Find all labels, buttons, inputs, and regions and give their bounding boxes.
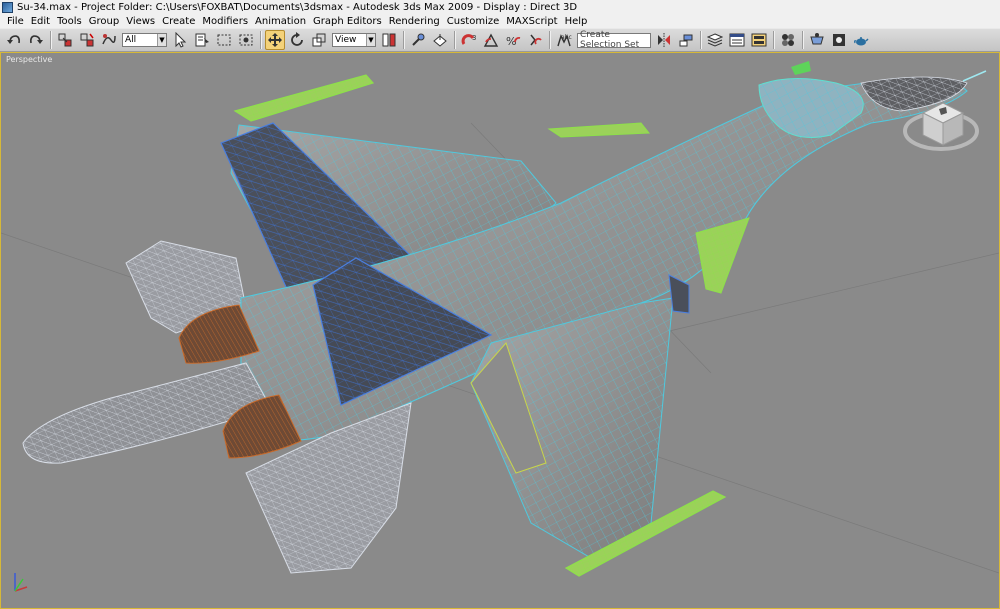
keyboard-shortcut-icon <box>433 34 447 47</box>
mirror-button[interactable] <box>654 30 674 50</box>
teapot-icon <box>854 37 869 46</box>
align-icon <box>679 34 693 47</box>
perspective-viewport[interactable]: Perspective <box>0 52 1000 609</box>
schematic-view-icon <box>751 33 767 47</box>
viewport-label[interactable]: Perspective <box>6 55 52 64</box>
layer-manager-button[interactable] <box>705 30 725 50</box>
window-crossing-icon <box>239 34 253 46</box>
named-selection-set-input[interactable]: Create Selection Set <box>577 30 651 50</box>
rendered-frame-window-button[interactable] <box>829 30 849 50</box>
select-by-name-icon <box>195 33 209 47</box>
menu-maxscript[interactable]: MAXScript <box>503 16 561 27</box>
curve-editor-button[interactable] <box>727 30 747 50</box>
rendered-frame-icon <box>833 34 845 46</box>
window-crossing-button[interactable] <box>236 30 256 50</box>
menu-customize[interactable]: Customize <box>444 16 504 27</box>
redo-icon <box>30 35 43 44</box>
toolbar-separator <box>549 31 550 49</box>
axis-tripod-icon <box>14 573 28 592</box>
align-button[interactable] <box>676 30 696 50</box>
render-setup-icon <box>810 33 824 45</box>
menu-create[interactable]: Create <box>159 16 199 27</box>
rectangle-selection-icon <box>217 34 231 46</box>
move-icon <box>268 33 282 47</box>
manipulate-icon <box>412 33 425 46</box>
angle-snap-toggle-button[interactable] <box>481 30 501 50</box>
select-and-move-button[interactable] <box>265 30 285 50</box>
chevron-down-icon: ▼ <box>366 34 375 46</box>
pivot-center-icon <box>382 33 396 47</box>
menu-bar: File Edit Tools Group Views Create Modif… <box>0 14 1000 28</box>
chevron-down-icon: ▼ <box>157 34 166 46</box>
menu-tools[interactable]: Tools <box>54 16 86 27</box>
toolbar-separator <box>802 31 803 49</box>
rotate-icon <box>291 32 303 46</box>
pivot-center-button[interactable] <box>379 30 399 50</box>
layers-icon <box>707 33 723 47</box>
toolbar-separator <box>773 31 774 49</box>
select-and-scale-button[interactable] <box>309 30 329 50</box>
undo-icon <box>7 35 20 44</box>
selection-filter-value: All <box>125 35 137 45</box>
svg-text:3: 3 <box>472 34 476 42</box>
render-setup-button[interactable] <box>807 30 827 50</box>
window-title: Su-34.max - Project Folder: C:\Users\FOX… <box>17 1 578 13</box>
schematic-view-button[interactable] <box>749 30 769 50</box>
menu-help[interactable]: Help <box>562 16 592 27</box>
snap-magnet-icon: 3 <box>461 34 476 45</box>
select-object-button[interactable] <box>170 30 190 50</box>
undo-button[interactable] <box>4 30 24 50</box>
snaps-toggle-button[interactable]: 3 <box>459 30 479 50</box>
reference-coordinate-value: View <box>335 35 357 45</box>
reference-coordinate-dropdown[interactable]: View ▼ <box>332 33 376 47</box>
selection-filter-dropdown[interactable]: All ▼ <box>122 33 167 47</box>
svg-text:abc: abc <box>561 34 572 41</box>
left-wing-tip-rail <box>233 74 375 122</box>
angle-snap-icon <box>483 33 499 47</box>
mirror-icon <box>658 33 670 47</box>
select-and-link-button[interactable] <box>55 30 75 50</box>
window-titlebar: Su-34.max - Project Folder: C:\Users\FOX… <box>0 0 1000 14</box>
quick-render-button[interactable] <box>851 30 871 50</box>
toolbar-separator <box>700 31 701 49</box>
select-and-manipulate-button[interactable] <box>408 30 428 50</box>
spinner-snap-toggle-button[interactable] <box>525 30 545 50</box>
named-selection-icon: abc <box>557 34 572 47</box>
canard-fin-left <box>547 122 651 138</box>
select-and-rotate-button[interactable] <box>287 30 307 50</box>
keyboard-shortcut-override-button[interactable] <box>430 30 450 50</box>
rectangular-selection-region-button[interactable] <box>214 30 234 50</box>
cursor-arrow-icon <box>175 32 187 48</box>
menu-graph-editors[interactable]: Graph Editors <box>310 16 386 27</box>
toolbar-separator <box>50 31 51 49</box>
curve-editor-icon <box>729 33 745 47</box>
select-by-name-button[interactable] <box>192 30 212 50</box>
edit-named-selection-sets-button[interactable]: abc <box>554 30 574 50</box>
space-warp-icon <box>102 34 116 45</box>
menu-group[interactable]: Group <box>86 16 123 27</box>
menu-file[interactable]: File <box>4 16 28 27</box>
menu-rendering[interactable]: Rendering <box>386 16 444 27</box>
bind-to-space-warp-button[interactable] <box>99 30 119 50</box>
percent-snap-icon: % <box>506 35 521 48</box>
menu-modifiers[interactable]: Modifiers <box>199 16 252 27</box>
toolbar-separator <box>260 31 261 49</box>
unlink-selection-button[interactable] <box>77 30 97 50</box>
menu-edit[interactable]: Edit <box>28 16 54 27</box>
viewport-canvas[interactable] <box>1 53 999 608</box>
unlink-icon <box>80 33 94 47</box>
spinner-snap-icon <box>530 34 542 46</box>
toolbar-separator <box>403 31 404 49</box>
menu-views[interactable]: Views <box>123 16 159 27</box>
scale-icon <box>312 33 326 47</box>
app-icon <box>2 1 13 13</box>
toolbar-separator <box>454 31 455 49</box>
link-icon <box>58 33 72 47</box>
material-editor-button[interactable] <box>778 30 798 50</box>
material-editor-icon <box>782 34 794 46</box>
redo-button[interactable] <box>26 30 46 50</box>
main-toolbar: All ▼ View ▼ 3 % abc Create Selection Set <box>0 28 1000 52</box>
menu-animation[interactable]: Animation <box>252 16 310 27</box>
percent-snap-toggle-button[interactable]: % <box>503 30 523 50</box>
